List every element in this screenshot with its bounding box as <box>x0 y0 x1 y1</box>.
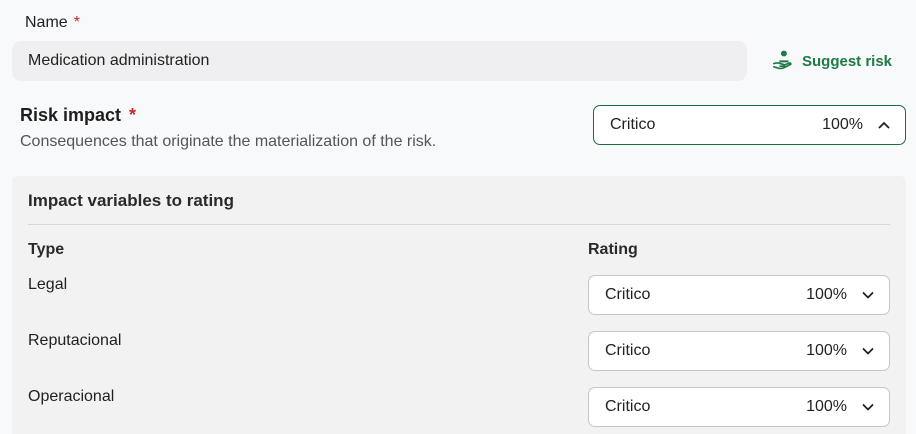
risk-impact-title-text: Risk impact <box>20 105 122 125</box>
name-input[interactable]: Medication administration <box>12 41 747 81</box>
suggest-risk-button[interactable]: Suggest risk <box>772 48 892 74</box>
select-percent: 100% <box>806 342 847 359</box>
row-type-label: Legal <box>28 276 68 293</box>
chevron-down-icon <box>861 400 875 414</box>
chevron-up-icon <box>877 118 891 132</box>
select-value: Critico <box>605 398 651 415</box>
hand-person-icon <box>772 48 794 74</box>
chevron-down-icon <box>861 288 875 302</box>
risk-impact-title: Risk impact * <box>20 105 136 126</box>
rating-select[interactable]: Critico 100% <box>588 275 890 315</box>
row-type-label: Operacional <box>28 388 115 405</box>
column-header-type: Type <box>28 241 65 258</box>
name-label-text: Name <box>25 14 68 31</box>
select-percent: 100% <box>806 398 847 415</box>
rating-select[interactable]: Critico 100% <box>588 331 890 371</box>
select-value: Critico <box>605 342 651 359</box>
chevron-down-icon <box>861 344 875 358</box>
rating-select[interactable]: Critico 100% <box>588 387 890 427</box>
select-percent: 100% <box>822 116 863 133</box>
suggest-risk-label: Suggest risk <box>802 52 893 70</box>
risk-form: Name * Medication administration Suggest … <box>0 0 916 434</box>
impact-variables-panel: Impact variables to rating Type Rating L… <box>12 176 906 434</box>
name-input-value: Medication administration <box>28 52 210 69</box>
row-type-label: Reputacional <box>28 332 122 349</box>
risk-impact-select[interactable]: Critico 100% <box>593 105 906 145</box>
panel-divider <box>28 224 890 225</box>
select-percent: 100% <box>806 286 847 303</box>
required-mark: * <box>73 14 80 31</box>
name-label: Name * <box>25 14 80 32</box>
risk-impact-description: Consequences that originate the material… <box>20 133 437 150</box>
panel-title: Impact variables to rating <box>28 191 234 210</box>
required-mark: * <box>129 105 137 125</box>
select-value: Critico <box>605 286 651 303</box>
column-header-rating: Rating <box>588 241 638 258</box>
select-value: Critico <box>610 116 656 133</box>
